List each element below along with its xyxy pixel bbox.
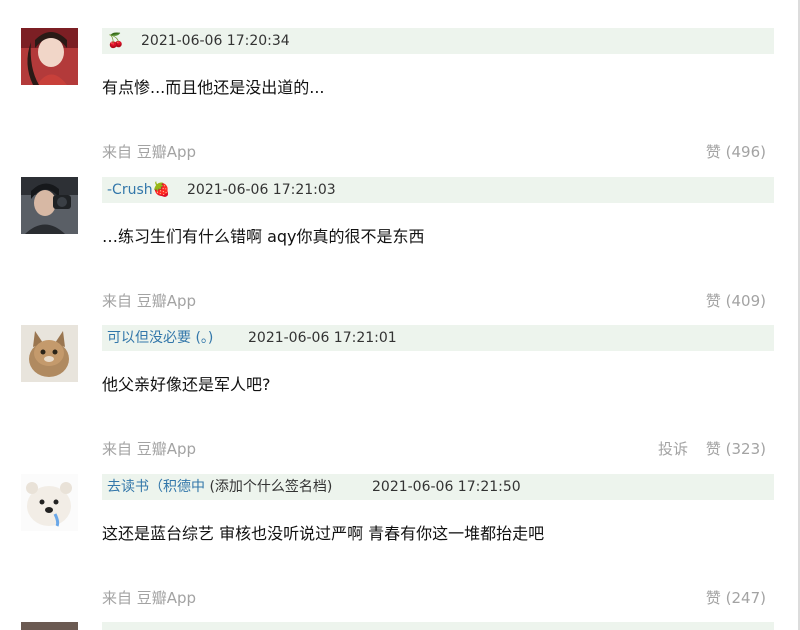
author-link[interactable]: 可以但没必要 (。) <box>107 325 213 351</box>
comment-meta: -Crush🍓 2021-06-06 17:21:03 <box>102 177 774 203</box>
avatar[interactable] <box>21 474 78 531</box>
timestamp: 2021-06-06 17:21:03 <box>187 182 336 198</box>
like-button[interactable]: 赞 (247) <box>706 587 766 608</box>
comment-footer: 来自 豆瓣App 赞 (247) <box>102 587 766 607</box>
comment-meta <box>102 622 774 630</box>
author-link[interactable]: -Crush🍓 <box>107 177 170 203</box>
comment-text: 他父亲好像还是军人吧? <box>102 375 271 394</box>
comment-item: 可以但没必要 (。) 2021-06-06 17:21:01 他父亲好像还是军人… <box>0 325 800 473</box>
comment-meta: 去读书（积德中 (添加个什么签名档) 2021-06-06 17:21:50 <box>102 474 774 500</box>
author-link[interactable]: 去读书（积德中 <box>107 479 205 495</box>
comment-footer: 来自 豆瓣App 赞 (496) <box>102 141 766 161</box>
like-button[interactable]: 赞 (323) <box>706 438 766 459</box>
like-button[interactable]: 赞 (409) <box>706 290 766 311</box>
comment-item: 🍒 2021-06-06 17:20:34 有点惨...而且他还是没出道的...… <box>0 28 800 176</box>
comment-meta: 可以但没必要 (。) 2021-06-06 17:21:01 <box>102 325 774 351</box>
comment-footer: 来自 豆瓣App 投诉 赞 (323) <box>102 438 766 458</box>
avatar[interactable] <box>21 28 78 85</box>
timestamp: 2021-06-06 17:20:34 <box>141 33 290 49</box>
author-signature: (添加个什么签名档) <box>209 479 333 495</box>
author-group: 去读书（积德中 (添加个什么签名档) <box>107 474 332 500</box>
timestamp: 2021-06-06 17:21:01 <box>248 330 397 346</box>
like-button[interactable]: 赞 (496) <box>706 141 766 162</box>
comment-meta: 🍒 2021-06-06 17:20:34 <box>102 28 774 54</box>
comment-item: 去读书（积德中 (添加个什么签名档) 2021-06-06 17:21:50 这… <box>0 474 800 622</box>
source-label: 来自 豆瓣App <box>102 292 197 310</box>
comment-text: …练习生们有什么错啊 aqy你真的很不是东西 <box>102 227 425 246</box>
comment-footer: 来自 豆瓣App 赞 (409) <box>102 290 766 310</box>
comment-text: 这还是蓝台综艺 审核也没听说过严啊 青春有你这一堆都抬走吧 <box>102 524 545 543</box>
report-button[interactable]: 投诉 <box>658 438 688 459</box>
avatar[interactable] <box>21 325 78 382</box>
comment-text: 有点惨...而且他还是没出道的... <box>102 78 325 97</box>
comment-item: -Crush🍓 2021-06-06 17:21:03 …练习生们有什么错啊 a… <box>0 177 800 325</box>
next-comment-partial <box>0 622 800 630</box>
avatar[interactable] <box>21 177 78 234</box>
avatar <box>21 622 78 630</box>
timestamp: 2021-06-06 17:21:50 <box>372 479 521 495</box>
source-label: 来自 豆瓣App <box>102 589 197 607</box>
author-link[interactable]: 🍒 <box>107 28 124 54</box>
source-label: 来自 豆瓣App <box>102 143 197 161</box>
source-label: 来自 豆瓣App <box>102 440 197 458</box>
